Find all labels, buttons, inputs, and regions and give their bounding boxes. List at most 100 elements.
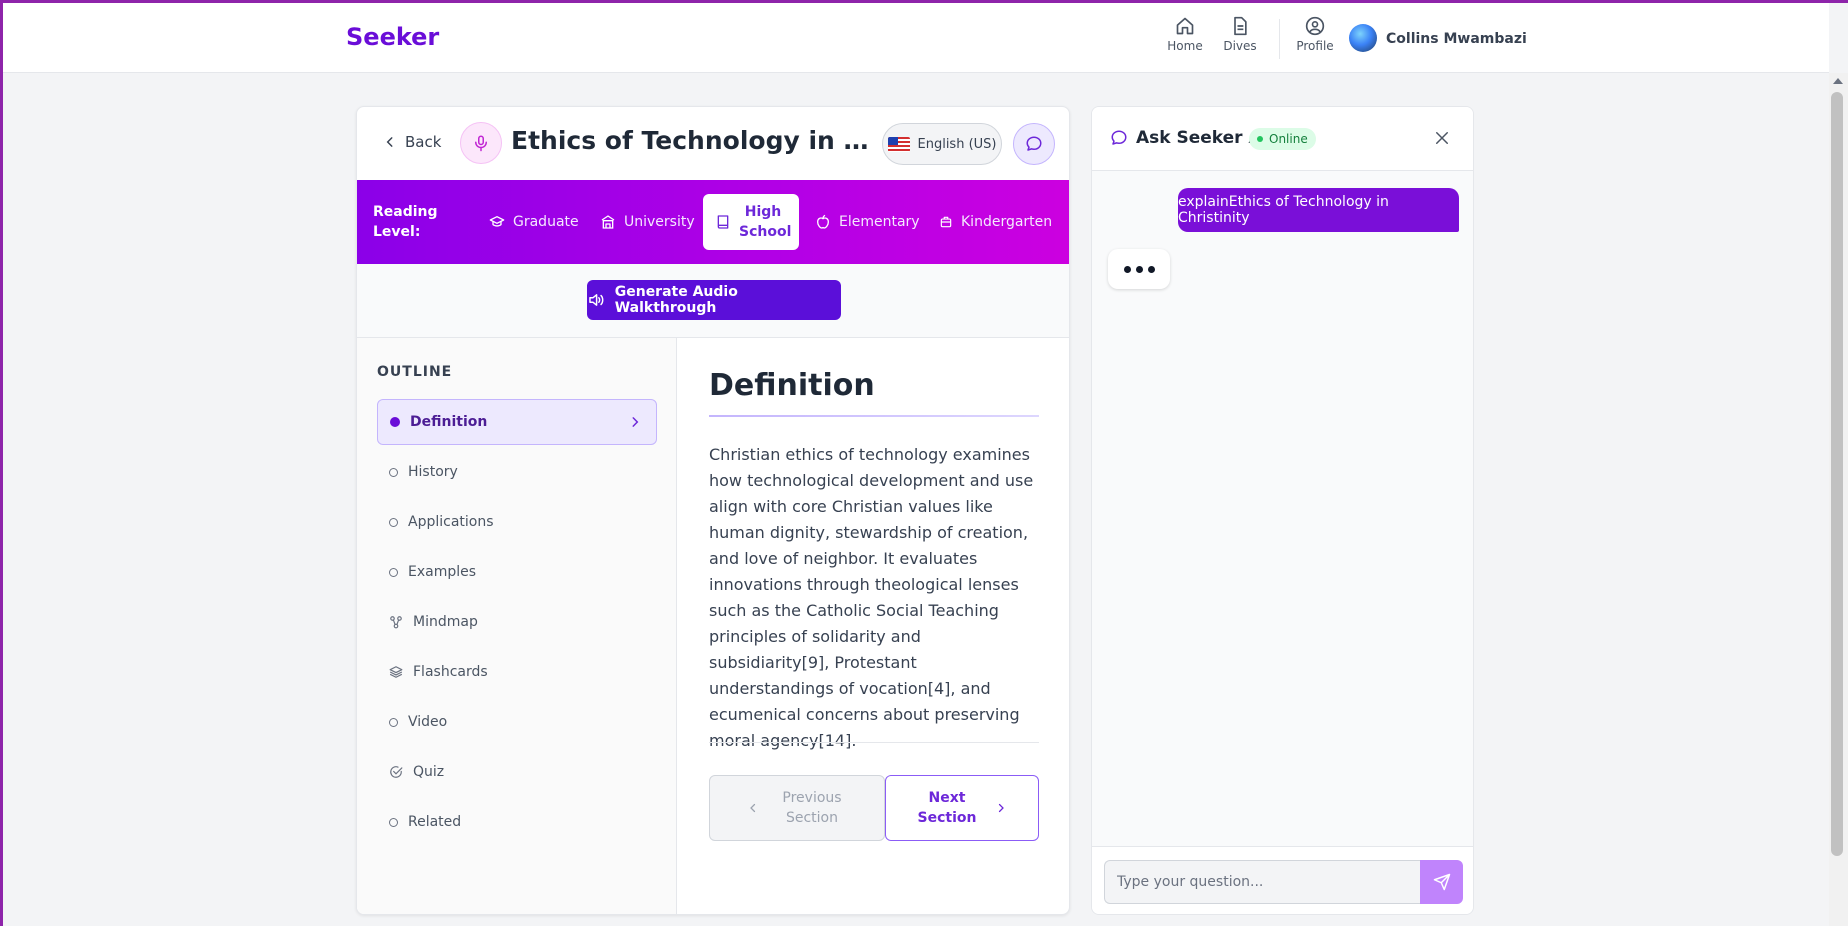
send-icon [1433, 873, 1450, 891]
document-icon [1234, 16, 1247, 36]
outline-item-definition[interactable]: Definition [377, 399, 657, 445]
dive-card: Back Ethics of Technology in Christinity… [356, 106, 1070, 915]
circle-dot-icon [389, 567, 398, 577]
language-selector[interactable]: English (US) [882, 123, 1002, 165]
top-navbar: Seeker Home Dives Profile Collins Mwamba… [3, 3, 1829, 73]
nav-home-label: Home [1167, 39, 1203, 53]
audio-row: Generate Audio Walkthrough [357, 264, 1069, 338]
chevron-left-icon [386, 137, 393, 147]
user-circle-icon [1305, 16, 1325, 36]
chat-header: Ask Seeker AI Online [1092, 107, 1473, 171]
outline-item-label: Applications [408, 514, 494, 530]
brand-logo[interactable]: Seeker [346, 23, 439, 51]
outline-item-label: Flashcards [413, 664, 488, 680]
language-label: English (US) [917, 136, 997, 152]
outline-item-video[interactable]: Video [377, 699, 657, 745]
level-university[interactable]: University [600, 180, 695, 264]
chat-question-input[interactable] [1104, 860, 1420, 904]
nav-home[interactable]: Home [1160, 16, 1210, 53]
us-flag-icon [887, 136, 910, 152]
chevron-left-icon [750, 803, 756, 813]
generate-audio-label: Generate Audio Walkthrough [614, 284, 738, 316]
nav-profile-label: Profile [1296, 39, 1334, 53]
outline-sidebar: OUTLINE Definition History Applications … [357, 338, 677, 914]
level-kindergarten-label: Kindergarten [961, 214, 1053, 230]
outline-item-examples[interactable]: Examples [377, 549, 657, 595]
reading-level-label: Reading Level: [373, 204, 438, 240]
window-left-border [0, 0, 3, 926]
nav-profile[interactable]: Profile [1290, 16, 1340, 53]
outline-item-label: Definition [410, 414, 488, 430]
home-icon [1176, 17, 1194, 35]
typing-dot [1123, 265, 1131, 273]
back-button[interactable]: Back [383, 133, 441, 151]
circle-dot-icon [389, 717, 398, 727]
level-graduate-label: Graduate [513, 214, 579, 230]
chat-footer [1092, 846, 1473, 914]
section-content: Definition Christian ethics of technolog… [677, 338, 1069, 914]
open-chat-button[interactable] [1013, 123, 1055, 165]
level-elementary[interactable]: Elementary [815, 180, 920, 264]
page-title: Ethics of Technology in Christinity [511, 126, 871, 155]
outline-item-label: Quiz [413, 764, 445, 780]
nav-divider [1279, 19, 1280, 59]
chat-panel: Ask Seeker AI Online explainEthics of Te… [1091, 106, 1474, 915]
chat-bubble-icon [1111, 130, 1127, 145]
outline-item-related[interactable]: Related [377, 799, 657, 845]
filled-dot-icon [390, 417, 400, 427]
layers-icon [389, 666, 403, 678]
nav-dives[interactable]: Dives [1215, 16, 1265, 53]
mindmap-icon [390, 616, 402, 629]
chevron-right-icon [632, 417, 639, 427]
status-badge: Online [1249, 128, 1316, 150]
level-high-school-label: High School [739, 204, 792, 240]
outline-item-label: History [408, 464, 458, 480]
avatar[interactable] [1349, 24, 1377, 52]
microphone-icon [475, 135, 487, 152]
graduation-cap-icon [489, 216, 505, 227]
send-button[interactable] [1420, 860, 1463, 904]
typing-dot [1135, 265, 1143, 273]
outline-item-label: Video [408, 714, 448, 730]
typing-indicator [1108, 249, 1170, 289]
level-graduate[interactable]: Graduate [489, 180, 579, 264]
typing-dot [1147, 265, 1155, 273]
previous-section-button[interactable]: Previous Section [709, 775, 885, 841]
section-body: Christian ethics of technology examines … [709, 445, 1034, 750]
outline-item-label: Related [408, 814, 462, 830]
next-section-label: Next Section [917, 790, 977, 826]
circle-dot-icon [389, 517, 398, 527]
close-icon[interactable] [1433, 129, 1451, 147]
user-message-bubble: explainEthics of Technology in Christini… [1178, 188, 1459, 232]
microphone-button[interactable] [460, 122, 502, 164]
book-icon [717, 215, 729, 229]
check-circle-icon [390, 766, 403, 778]
university-building-icon [601, 215, 615, 229]
section-heading: Definition [709, 368, 875, 403]
chat-bubble-icon [1026, 136, 1042, 151]
outline-item-label: Examples [408, 564, 477, 580]
outline-item-flashcards[interactable]: Flashcards [377, 649, 657, 695]
level-kindergarten[interactable]: Kindergarten [939, 180, 1052, 264]
outline-item-applications[interactable]: Applications [377, 499, 657, 545]
outline-item-mindmap[interactable]: Mindmap [377, 599, 657, 645]
outline-item-history[interactable]: History [377, 449, 657, 495]
level-elementary-label: Elementary [839, 214, 920, 230]
scroll-up-arrow-icon[interactable] [1833, 78, 1843, 84]
next-section-button[interactable]: Next Section [885, 775, 1039, 841]
nav-dives-label: Dives [1223, 39, 1257, 53]
scrollbar-thumb[interactable] [1831, 92, 1843, 856]
outline-item-quiz[interactable]: Quiz [377, 749, 657, 795]
speaker-icon [589, 294, 604, 306]
previous-section-label: Previous Section [782, 790, 842, 826]
user-name[interactable]: Collins Mwambazi [1386, 31, 1527, 47]
circle-dot-icon [389, 817, 398, 827]
chevron-right-icon [998, 803, 1004, 813]
level-high-school[interactable]: High School [703, 194, 799, 250]
backpack-icon [940, 216, 952, 228]
circle-dot-icon [389, 467, 398, 477]
back-label: Back [405, 133, 442, 151]
section-divider [709, 742, 1039, 743]
generate-audio-button[interactable]: Generate Audio Walkthrough [587, 280, 841, 320]
outline-item-label: Mindmap [413, 614, 478, 630]
